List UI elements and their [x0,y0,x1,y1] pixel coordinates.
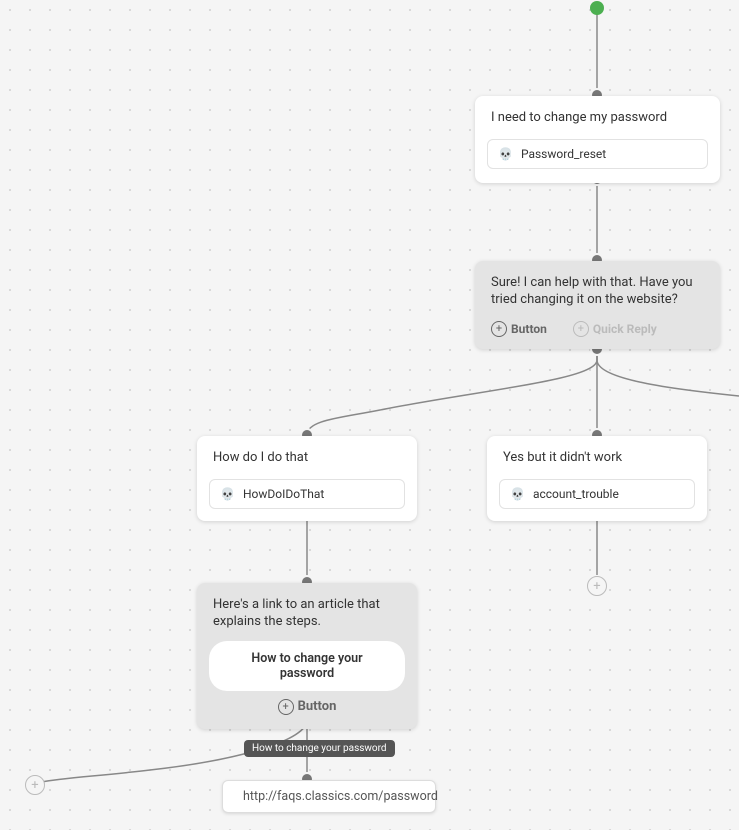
user-node-password[interactable]: I need to change my password 💀 Password_… [475,96,720,183]
node-title: How do I do that [197,436,417,473]
node-text: Sure! I can help with that. Have you tri… [475,261,720,317]
node-title: Yes but it didn't work [487,436,707,473]
intent-name: Password_reset [521,147,606,161]
add-button-action[interactable]: Button [491,321,547,337]
add-button-action[interactable]: Button [278,699,337,715]
intent-pill[interactable]: 💀 account_trouble [499,479,695,509]
plus-circle-icon [573,321,589,337]
start-node[interactable] [590,1,604,15]
skull-icon: 💀 [220,488,235,500]
node-text: Here's a link to an article that explain… [197,583,417,635]
bot-node-link[interactable]: Here's a link to an article that explain… [197,583,417,729]
bot-node-sure[interactable]: Sure! I can help with that. Have you tri… [475,261,720,349]
skull-icon: 💀 [510,488,525,500]
add-child-node[interactable] [25,775,45,795]
plus-circle-icon [278,699,294,715]
add-child-node[interactable] [587,576,607,596]
node-title: I need to change my password [475,96,720,133]
link-tag: How to change your password [244,740,395,757]
url-box[interactable]: http://faqs.classics.com/password [222,780,436,813]
plus-circle-icon [491,321,507,337]
user-node-yes[interactable]: Yes but it didn't work 💀 account_trouble [487,436,707,521]
add-quick-reply-action[interactable]: Quick Reply [573,321,657,337]
intent-name: account_trouble [533,487,619,501]
user-node-how[interactable]: How do I do that 💀 HowDoIDoThat [197,436,417,521]
intent-pill[interactable]: 💀 Password_reset [487,139,708,169]
intent-name: HowDoIDoThat [243,487,324,501]
skull-icon: 💀 [498,148,513,160]
url-text: http://faqs.classics.com/password [243,789,438,804]
intent-pill[interactable]: 💀 HowDoIDoThat [209,479,405,509]
inline-button-how-to[interactable]: How to change your password [209,641,405,691]
